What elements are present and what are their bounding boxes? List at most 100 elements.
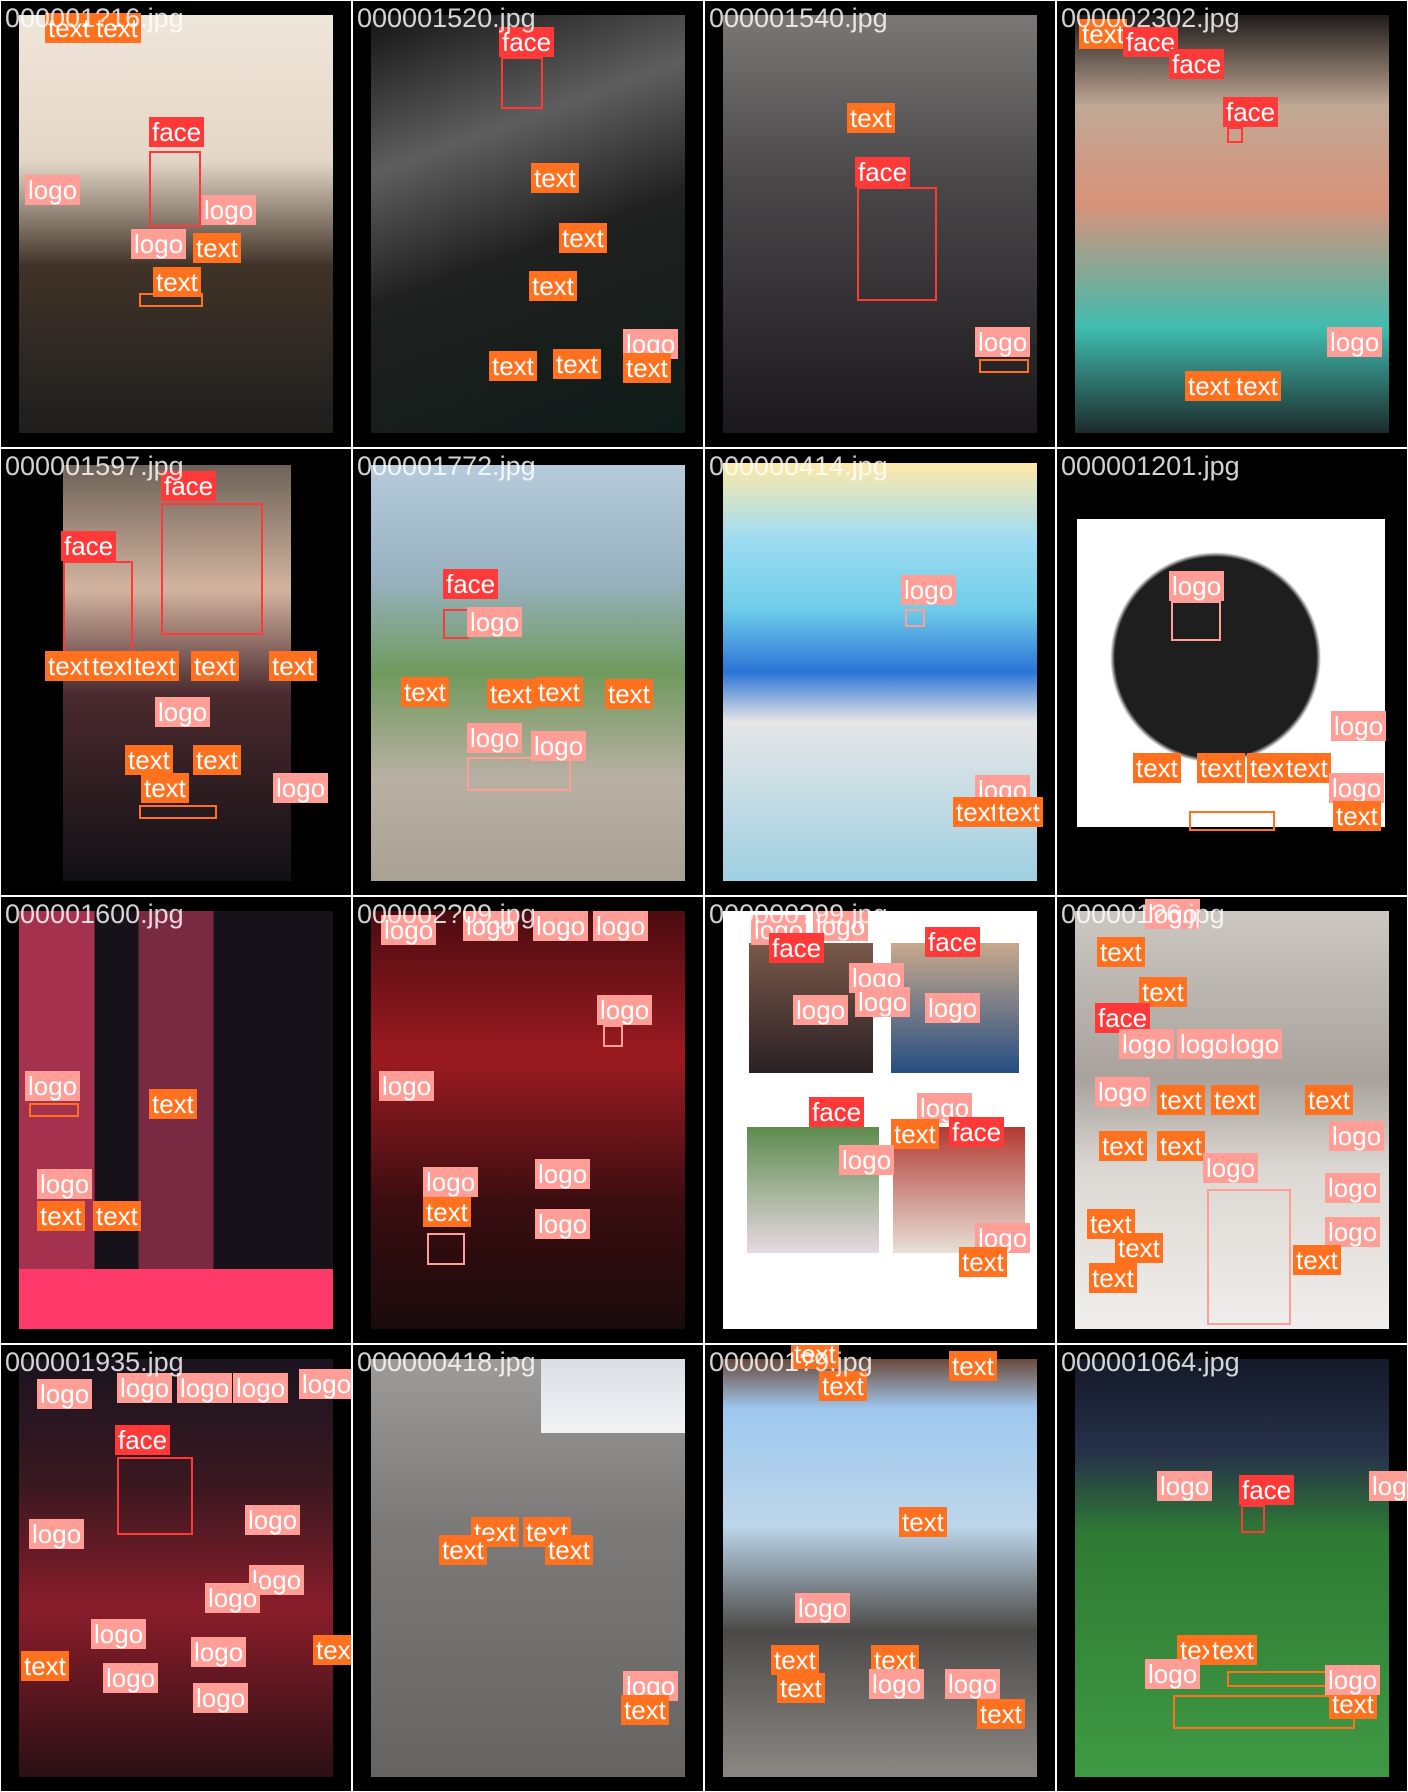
logo-tag: logo (1327, 327, 1383, 357)
text-tag: text (153, 267, 201, 297)
logo-tag: logo (1145, 1659, 1201, 1689)
logo-tag: logo (29, 1519, 85, 1549)
logo-tag: logo (1331, 711, 1387, 741)
text-tag: text (1283, 753, 1331, 783)
text-box (1227, 1671, 1327, 1687)
tile[interactable]: 000002?09.jpg logo logo logo logo logo l… (352, 896, 704, 1344)
text-tag: text (313, 1635, 351, 1665)
text-tag: text (621, 1695, 669, 1725)
text-box (1189, 811, 1275, 831)
tile[interactable]: 000002302.jpg text face face face logo t… (1056, 0, 1408, 448)
file-name: 000001540.jpg (709, 3, 888, 33)
logo-tag: logo (1369, 1471, 1407, 1501)
text-tag: text (959, 1247, 1007, 1277)
logo-tag: logo (37, 1379, 93, 1409)
tile[interactable]: 000001935.jpg logo logo logo logo logo f… (0, 1344, 352, 1792)
tile[interactable]: 000001772.jpg face logo text text text t… (352, 448, 704, 896)
text-tag: text (141, 773, 189, 803)
text-tag: text (1099, 1131, 1147, 1161)
file-name: 000002?09.jpg (357, 899, 536, 929)
file-name: 000001935.jpg (5, 1347, 184, 1377)
logo-tag: logo (1329, 1121, 1385, 1151)
logo-tag: logo (945, 1669, 1001, 1699)
tile[interactable]: 000001520.jpg face text text text logo t… (352, 0, 704, 448)
text-tag: text (899, 1507, 947, 1537)
text-tag: text (553, 349, 601, 379)
face-box (857, 187, 937, 301)
text-tag: text (487, 679, 535, 709)
text-tag: text (977, 1699, 1025, 1729)
face-tag: face (769, 933, 825, 963)
text-tag: text (545, 1535, 593, 1565)
logo-tag: logo (379, 1071, 435, 1101)
face-tag: face (61, 531, 117, 561)
logo-tag: logo (1203, 1153, 1259, 1183)
text-tag: text (93, 1201, 141, 1231)
tile[interactable]: 000001540.jpg face text logo (704, 0, 1056, 448)
text-tag: text (953, 797, 1001, 827)
logo-tag: logo (1157, 1471, 1213, 1501)
logo-tag: logo (155, 697, 211, 727)
text-tag: text (1197, 753, 1245, 783)
file-name: 000002302.jpg (1061, 3, 1240, 33)
tile[interactable]: 000001597.jpg face face text text text t… (0, 448, 352, 896)
tile[interactable]: 000001?16.jpg face text text logo logo l… (0, 0, 352, 448)
face-tag: face (855, 157, 911, 187)
face-tag: face (925, 927, 981, 957)
text-tag: text (193, 233, 241, 263)
logo-tag: logo (177, 1373, 233, 1403)
face-tag: face (1239, 1475, 1295, 1505)
logo-box (603, 1025, 623, 1047)
file-name: 000001?9.jpg (709, 1347, 873, 1377)
logo-tag: logo (1169, 571, 1225, 601)
logo-tag: logo (205, 1583, 261, 1613)
photo (541, 1359, 685, 1433)
face-box (161, 503, 263, 635)
text-tag: text (771, 1645, 819, 1675)
file-name: 000001064.jpg (1061, 1347, 1240, 1377)
text-box (979, 359, 1029, 373)
text-tag: text (125, 745, 173, 775)
tile[interactable]: 000001?9.jpg text text text text logo te… (704, 1344, 1056, 1792)
file-name: 000000418.jpg (357, 1347, 536, 1377)
text-tag: text (1157, 1131, 1205, 1161)
logo-tag: logo (467, 607, 523, 637)
logo-tag: logo (131, 229, 187, 259)
text-tag: text (529, 271, 577, 301)
logo-tag: logo (535, 1159, 591, 1189)
text-tag: text (1133, 753, 1181, 783)
logo-tag: logo (533, 911, 589, 941)
face-box (117, 1457, 193, 1535)
text-tag: text (193, 745, 241, 775)
tile[interactable]: 000001?6.jpg logo text text face logo lo… (1056, 896, 1408, 1344)
logo-tag: logo (869, 1669, 925, 1699)
face-box (1241, 1505, 1265, 1533)
text-tag: text (401, 677, 449, 707)
logo-tag: logo (37, 1169, 93, 1199)
face-tag: face (809, 1097, 865, 1127)
tile[interactable]: 000000418.jpg text text text text logo t… (352, 1344, 704, 1792)
text-tag: text (1097, 937, 1145, 967)
text-box (1173, 1695, 1355, 1729)
logo-tag: logo (855, 987, 911, 1017)
logo-tag: logo (117, 1373, 173, 1403)
tile[interactable]: 000000?99.jpg logo logo face face logo l… (704, 896, 1056, 1344)
text-tag: text (37, 1201, 85, 1231)
face-tag: face (443, 569, 499, 599)
text-tag: text (1293, 1245, 1341, 1275)
tile[interactable]: 000001600.jpg logo text logo text text (0, 896, 352, 1344)
file-name: 000001597.jpg (5, 451, 184, 481)
text-tag: text (191, 651, 239, 681)
tile[interactable]: 000001201.jpg logo logo text text text t… (1056, 448, 1408, 896)
text-tag: text (1185, 371, 1233, 401)
file-name: 000001772.jpg (357, 451, 536, 481)
tile[interactable]: 000000414.jpg logo logo text text (704, 448, 1056, 896)
photo (19, 911, 333, 1329)
file-name: 000001?16.jpg (5, 3, 184, 33)
face-tag: face (115, 1425, 171, 1455)
logo-tag: logo (795, 1593, 851, 1623)
file-name: 000001520.jpg (357, 3, 536, 33)
logo-tag: logo (233, 1373, 289, 1403)
logo-tag: logo (201, 195, 257, 225)
tile[interactable]: 000001064.jpg logo face logo text text l… (1056, 1344, 1408, 1792)
